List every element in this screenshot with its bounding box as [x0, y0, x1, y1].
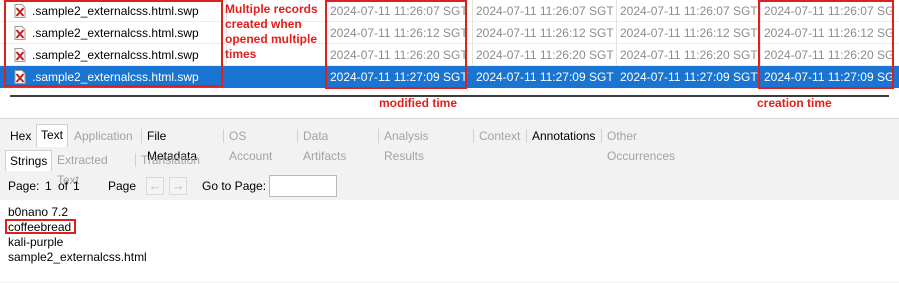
arrow-left-icon: ←: [148, 178, 162, 193]
page-total: 1: [73, 179, 80, 193]
accessed-time-cell: 2024-07-11 11:26:20 SGT: [620, 48, 758, 62]
tab-context[interactable]: Context: [475, 126, 524, 146]
tab-data-artifacts[interactable]: Data Artifacts: [299, 126, 350, 163]
tab-separator: [297, 129, 298, 143]
arrow-right-icon: →: [171, 178, 185, 193]
tab-separator: [526, 129, 527, 143]
subtab-strings[interactable]: Strings: [5, 150, 53, 171]
accessed-time-cell: 2024-07-11 11:26:07 SGT: [620, 4, 758, 18]
page-label: Page:: [8, 179, 40, 193]
tab-other-occurrences[interactable]: Other Occurrences: [603, 126, 679, 163]
next-page-button[interactable]: →: [169, 177, 187, 195]
changed-time-cell: 2024-07-11 11:26:20 SGT: [476, 48, 614, 62]
changed-time-cell: 2024-07-11 11:26:07 SGT: [476, 4, 614, 18]
changed-time-cell: 2024-07-11 11:26:12 SGT: [476, 26, 614, 40]
page-nav-label: Page: [108, 179, 137, 193]
string-line: b0nano 7.2: [8, 205, 69, 219]
tab-text[interactable]: Text: [36, 124, 69, 147]
tab-separator: [473, 129, 474, 143]
tab-application[interactable]: Application: [70, 126, 137, 146]
multiple-records-annotation: Multiple records created when opened mul…: [225, 2, 318, 61]
subtab-extracted-text[interactable]: Extracted Text: [53, 150, 112, 187]
tab-analysis-results[interactable]: Analysis Results: [380, 126, 433, 163]
creation-time-annotation-box: [758, 0, 894, 89]
goto-page-input[interactable]: [269, 175, 337, 197]
filename-annotation-box: [4, 0, 223, 87]
strings-toolbar: Page: 1 of 1 Page ← → Go to Page:: [0, 174, 899, 198]
tab-separator: [223, 129, 224, 143]
goto-page-label: Go to Page:: [202, 179, 267, 193]
tab-os-account[interactable]: OS Account: [225, 126, 276, 163]
string-line: kali-purple: [8, 235, 64, 249]
page-current: 1: [45, 179, 52, 193]
modified-time-annotation-box: [325, 0, 467, 89]
tab-file-metadata[interactable]: File Metadata: [143, 126, 201, 163]
strings-content: b0nano 7.2 coffeebread kali-purple sampl…: [0, 200, 899, 282]
tab-separator: [135, 153, 136, 167]
modified-time-annotation: modified time: [379, 96, 458, 110]
tab-separator: [378, 129, 379, 143]
tab-separator: [601, 129, 602, 143]
string-line: sample2_externalcss.html: [8, 250, 147, 264]
of-label: of: [58, 179, 69, 193]
creation-time-annotation: creation time: [757, 96, 832, 110]
previous-page-button[interactable]: ←: [146, 177, 164, 195]
subtab-translation[interactable]: Translation: [137, 150, 204, 170]
tab-separator: [141, 129, 142, 143]
accessed-time-cell: 2024-07-11 11:26:12 SGT: [620, 26, 758, 40]
tab-annotations[interactable]: Annotations: [528, 126, 599, 146]
changed-time-cell: 2024-07-11 11:27:09 SGT: [476, 70, 614, 84]
coffeebread-annotation-box: [5, 219, 76, 234]
tab-hex[interactable]: Hex: [6, 126, 35, 146]
accessed-time-cell: 2024-07-11 11:27:09 SGT: [620, 70, 758, 84]
